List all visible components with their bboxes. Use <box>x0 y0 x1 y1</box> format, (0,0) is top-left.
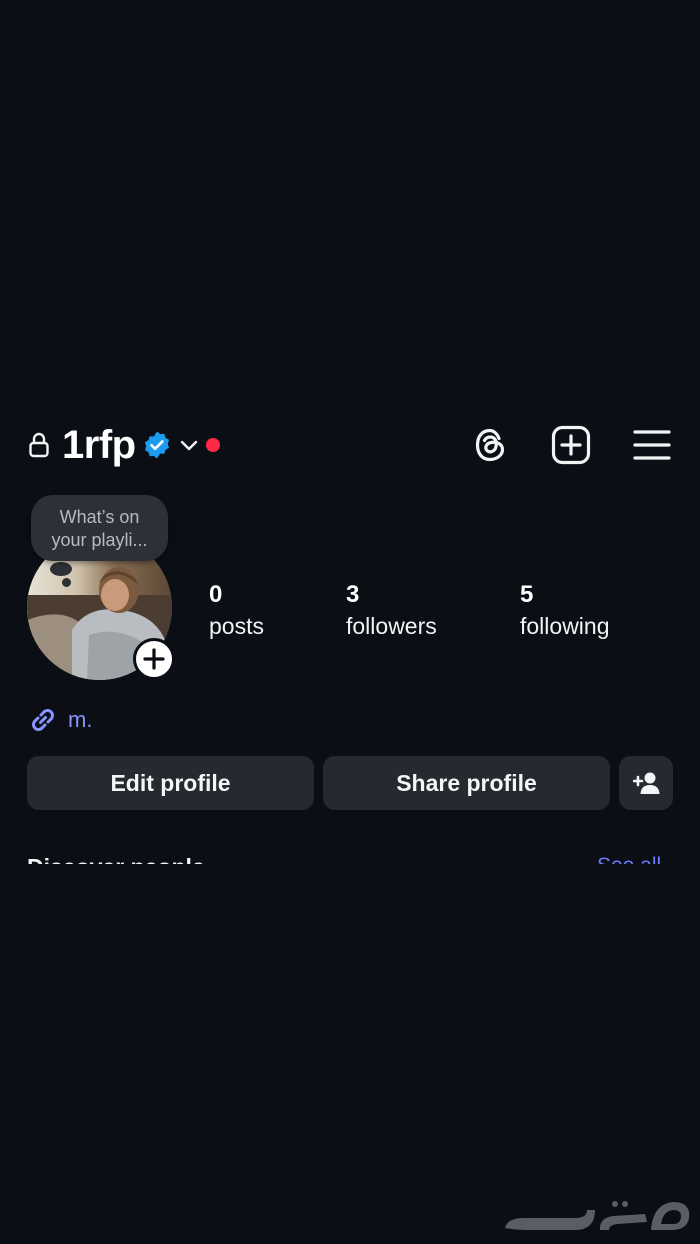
add-person-icon <box>633 772 660 794</box>
add-story-button[interactable] <box>133 638 175 680</box>
create-post-icon[interactable] <box>551 425 591 465</box>
notification-dot <box>206 438 220 452</box>
chevron-down-icon[interactable] <box>178 434 200 456</box>
menu-icon[interactable] <box>633 428 671 462</box>
see-all-link[interactable]: See all <box>597 854 661 864</box>
profile-note-bubble[interactable]: What’s on your playli... <box>31 495 168 561</box>
edit-profile-button[interactable]: Edit profile <box>27 756 314 810</box>
posts-count: 0 <box>209 581 223 608</box>
following-count: 5 <box>520 581 534 608</box>
discover-people-section: Discover people See all <box>0 848 700 864</box>
stat-following[interactable]: 5 following <box>520 580 610 642</box>
followers-label: followers <box>346 613 437 639</box>
note-text-line-1: What’s on <box>59 507 140 527</box>
watermark-logo <box>505 1201 690 1230</box>
share-profile-button[interactable]: Share profile <box>323 756 610 810</box>
profile-username[interactable]: 1rfp <box>62 420 136 470</box>
lock-icon <box>29 432 49 458</box>
verified-badge-icon <box>145 431 169 459</box>
bio-link[interactable]: m. <box>68 705 92 735</box>
following-label: following <box>520 613 610 639</box>
posts-label: posts <box>209 613 264 639</box>
note-tail-small <box>62 578 71 587</box>
stat-posts[interactable]: 0 posts <box>209 580 264 642</box>
stat-followers[interactable]: 3 followers <box>346 580 437 642</box>
plus-icon <box>143 648 165 670</box>
followers-count: 3 <box>346 581 360 608</box>
link-icon <box>32 709 54 731</box>
note-text-line-2: your playli... <box>51 530 148 550</box>
threads-icon[interactable] <box>470 424 510 466</box>
discover-people-title: Discover people <box>27 854 205 864</box>
note-tail <box>50 562 72 576</box>
